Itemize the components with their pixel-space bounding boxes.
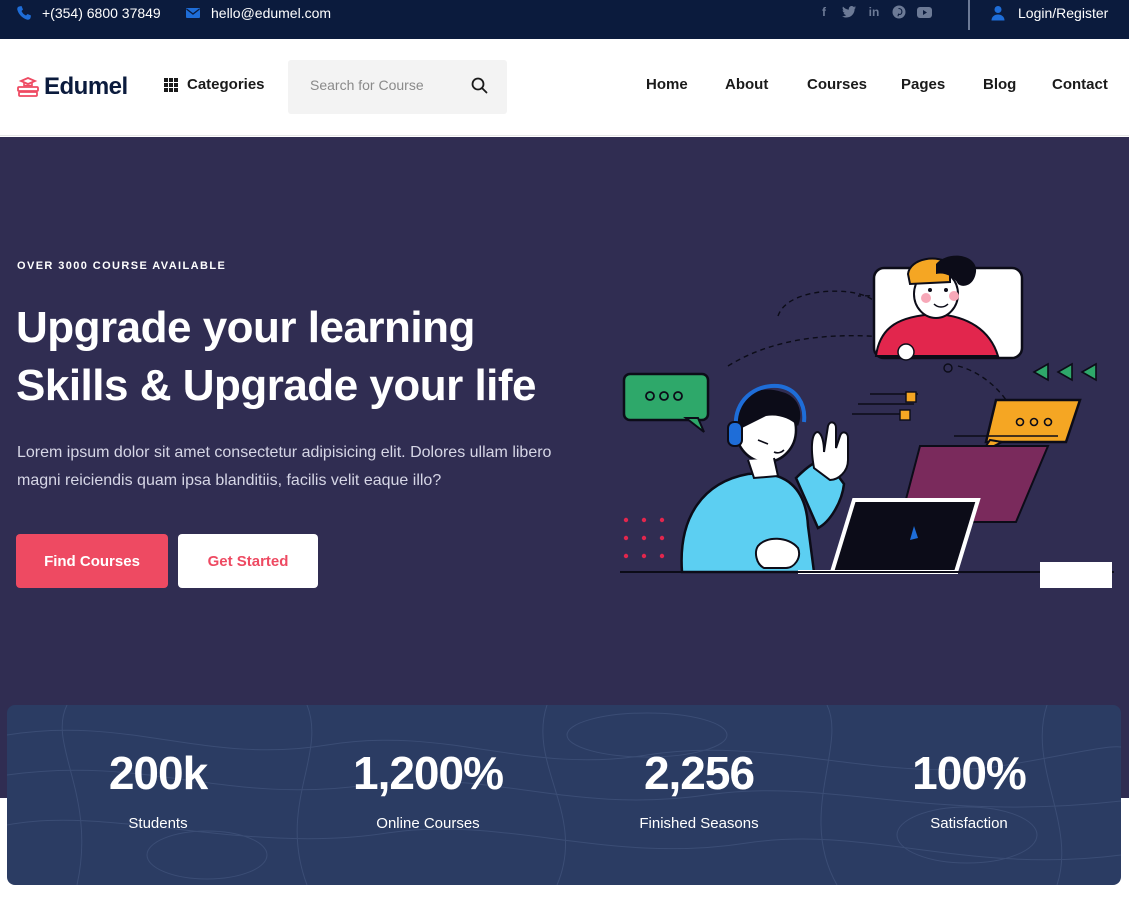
stat-label: Finished Seasons xyxy=(639,815,759,832)
facebook-icon[interactable]: f xyxy=(816,4,832,20)
user-icon xyxy=(991,6,1005,21)
stat-students: 200k Students xyxy=(38,745,278,832)
categories-label: Categories xyxy=(187,76,265,93)
stat-label: Online Courses xyxy=(376,815,480,832)
linkedin-icon[interactable]: in xyxy=(866,4,882,20)
nav-home[interactable]: Home xyxy=(646,76,688,93)
course-search xyxy=(288,60,507,114)
site-header: Edumel Categories Home About Courses Pag… xyxy=(0,39,1129,136)
top-bar: +(354) 6800 37849 hello@edumel.com f in … xyxy=(0,0,1129,39)
nav-pages[interactable]: Pages xyxy=(901,76,945,93)
hero-headline-line-2: Skills & Upgrade your life xyxy=(16,361,537,410)
online-learning-illustration xyxy=(620,255,1114,588)
nav-blog[interactable]: Blog xyxy=(983,76,1016,93)
get-started-button[interactable]: Get Started xyxy=(178,534,318,588)
hero-headline-line-1: Upgrade your learning xyxy=(16,303,475,352)
stat-value: 200k xyxy=(108,747,208,799)
books-logo-icon xyxy=(17,77,39,97)
find-courses-button[interactable]: Find Courses xyxy=(16,534,168,588)
topbar-divider xyxy=(968,0,970,30)
hero-section: OVER 3000 COURSE AVAILABLE Upgrade your … xyxy=(0,137,1129,798)
phone-number[interactable]: +(354) 6800 37849 xyxy=(42,5,161,21)
youtube-icon[interactable] xyxy=(916,4,932,20)
stat-value: 2,256 xyxy=(643,747,755,799)
email-contact[interactable]: hello@edumel.com xyxy=(185,0,331,26)
twitter-icon[interactable] xyxy=(841,4,857,20)
categories-menu[interactable]: Categories xyxy=(164,76,265,93)
phone-icon xyxy=(17,6,31,20)
search-icon[interactable] xyxy=(470,76,490,96)
stat-label: Students xyxy=(128,815,188,832)
nav-courses[interactable]: Courses xyxy=(807,76,867,93)
stat-online-courses: 1,200% Online Courses xyxy=(308,745,548,832)
nav-contact[interactable]: Contact xyxy=(1052,76,1108,93)
search-input[interactable] xyxy=(310,77,460,93)
social-links: f in xyxy=(816,4,932,20)
envelope-icon xyxy=(186,8,200,18)
pinterest-icon[interactable] xyxy=(891,4,907,20)
hero-description: Lorem ipsum dolor sit amet consectetur a… xyxy=(17,444,552,489)
email-address[interactable]: hello@edumel.com xyxy=(211,5,331,21)
login-register-label[interactable]: Login/Register xyxy=(1018,5,1108,21)
stat-finished-seasons: 2,256 Finished Seasons xyxy=(579,745,819,832)
phone-contact[interactable]: +(354) 6800 37849 xyxy=(16,0,161,26)
login-register-link[interactable]: Login/Register xyxy=(990,0,1108,26)
logo-text: Edumel xyxy=(44,73,128,100)
stats-band: 200k Students 1,200% Online Courses 2,25… xyxy=(7,705,1121,885)
hero-headline: Upgrade your learning Skills & Upgrade y… xyxy=(16,299,576,415)
nav-about[interactable]: About xyxy=(725,76,768,93)
grid-icon xyxy=(164,77,178,92)
stat-value: 1,200% xyxy=(352,747,504,799)
site-logo[interactable]: Edumel xyxy=(16,73,128,101)
stat-value: 100% xyxy=(912,747,1027,799)
stat-label: Satisfaction xyxy=(930,815,1008,832)
stat-satisfaction: 100% Satisfaction xyxy=(849,745,1089,832)
hero-eyebrow: OVER 3000 COURSE AVAILABLE xyxy=(17,260,227,272)
